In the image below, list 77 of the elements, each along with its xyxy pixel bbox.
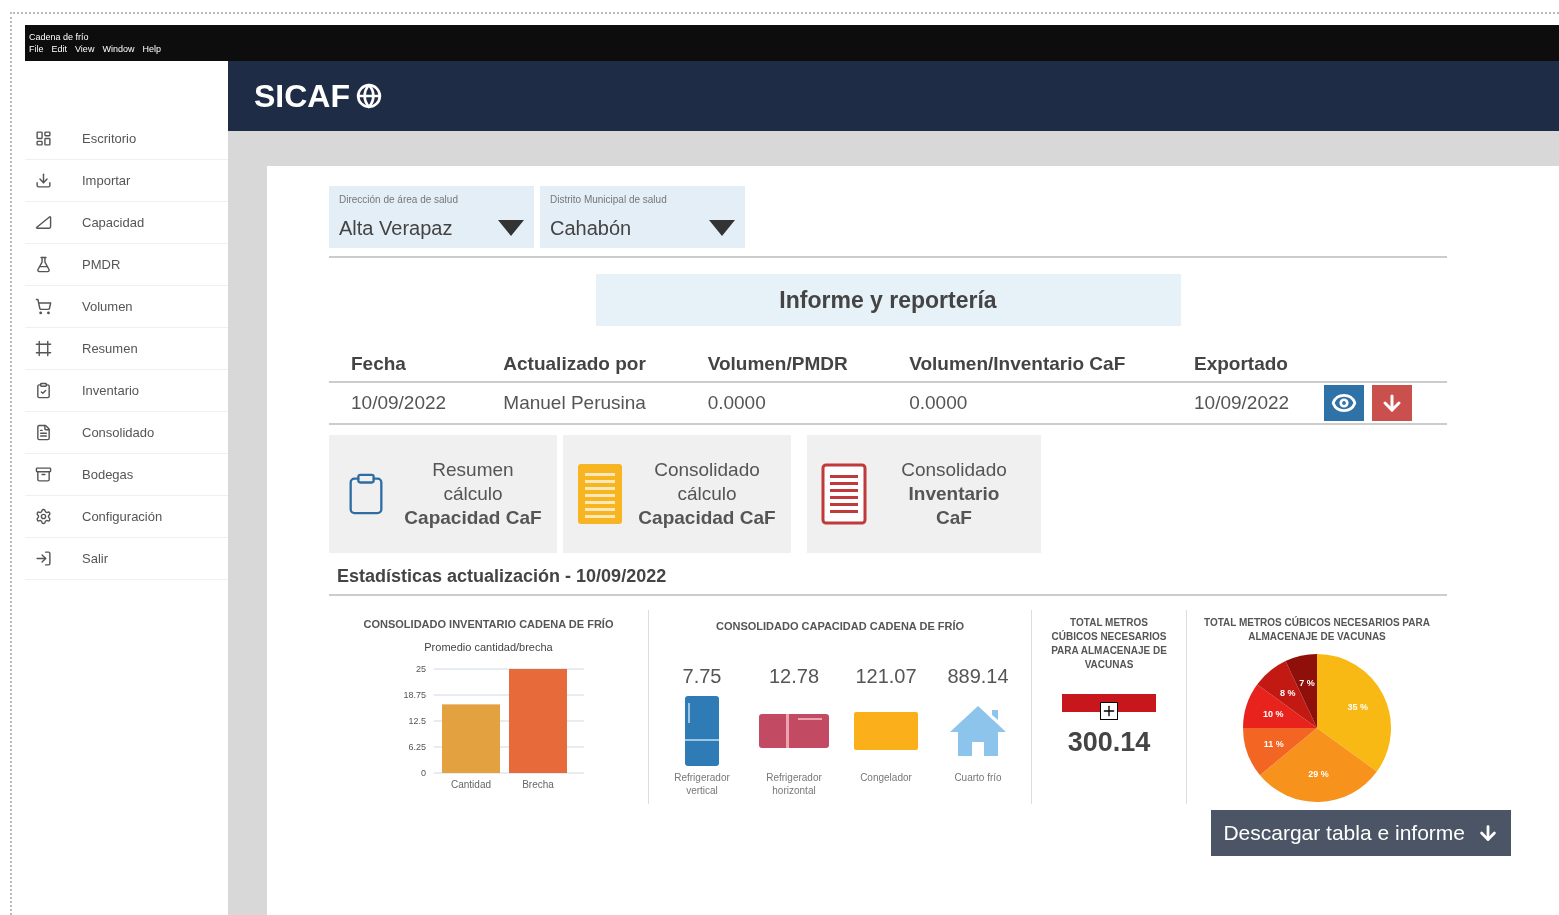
capacity-value: 12.78 — [768, 663, 820, 689]
y-tick-label: 18.75 — [402, 690, 426, 700]
house-icon — [948, 703, 1008, 758]
dashboard-icon — [35, 130, 52, 147]
menu-item[interactable]: View — [75, 43, 95, 55]
dropdown-arrow-icon — [498, 220, 524, 236]
capacity-label: Refrigerador vertical — [673, 770, 731, 797]
dropdown-field[interactable]: Dirección de área de salud Alta Verapaz — [329, 186, 534, 248]
list-document-icon — [577, 463, 623, 525]
clipboard-icon — [35, 382, 52, 399]
window-title: Cadena de frío — [29, 31, 90, 43]
column-header: Fecha — [329, 350, 482, 382]
flask-icon — [35, 256, 52, 273]
capacity-value: 121.07 — [855, 663, 917, 689]
exit-icon — [35, 550, 52, 567]
report-card[interactable]: Resumen cálculo Capacidad CaF — [329, 435, 557, 553]
table-cell: Manuel Perusina — [481, 381, 686, 424]
settings-icon — [35, 508, 52, 525]
data-label: 35 % — [1347, 702, 1369, 713]
view-button[interactable] — [1324, 384, 1365, 421]
plus-icon — [1100, 702, 1118, 720]
vertical-fridge-icon — [684, 694, 720, 767]
data-label: 11 % — [1263, 738, 1284, 749]
bar-chart: 0 6.25 12.5 18.75 25 Cantidad Brecha — [373, 655, 604, 795]
menu-item[interactable]: Window — [102, 43, 135, 55]
y-tick-label: 0 — [420, 768, 426, 778]
freezer-icon — [853, 710, 919, 751]
column-header: Volumen/PMDR — [685, 350, 888, 382]
data-label: 7 % — [1299, 678, 1315, 689]
y-tick-label: 6.25 — [407, 742, 426, 752]
menu-item[interactable]: Help — [142, 43, 161, 55]
capacity-label: Congelador — [859, 770, 913, 784]
section-heading: Informe y reportería — [595, 274, 1181, 326]
table-cell: 10/09/2022 — [1172, 381, 1325, 424]
data-label: 29 % — [1308, 768, 1329, 779]
capacity-value: 889.14 — [947, 663, 1009, 689]
y-tick-label: 25 — [415, 664, 426, 674]
panel-title: TOTAL METROS CÚBICOS NECESARIOS PARA ALMACENAJE DE VACUNAS — [1203, 616, 1431, 644]
column-header: Volumen/Inventario CaF — [887, 350, 1172, 382]
download-button[interactable] — [1372, 384, 1413, 421]
menu-item[interactable]: File — [29, 43, 44, 55]
x-tick-label: Brecha — [521, 779, 554, 790]
panel-title: CONSOLIDADO INVENTARIO CADENA DE FRÍO — [363, 617, 614, 632]
ruler-triangle-icon — [35, 214, 52, 231]
report-card[interactable]: Consolidado cálculo Capacidad CaF — [563, 435, 791, 553]
table-cell: 10/09/2022 — [329, 381, 482, 424]
capacity-value: 7.75 — [682, 663, 722, 689]
capacity-label: Refrigerador horizontal — [765, 770, 823, 797]
column-header: Actualizado por — [481, 350, 686, 382]
data-label: 10 % — [1263, 708, 1284, 719]
total-value: 300.14 — [1067, 726, 1151, 759]
list-document-icon — [821, 463, 867, 525]
archive-icon — [35, 466, 52, 483]
column-header: Exportado — [1172, 350, 1325, 382]
download-report-button[interactable]: Descargar tabla e informe — [1211, 810, 1511, 856]
chest-freezer-icon — [758, 712, 830, 749]
cart-icon — [35, 298, 52, 315]
download-icon — [35, 172, 52, 189]
dropdown-field[interactable]: Distrito Municipal de salud Cahabón — [540, 186, 745, 248]
report-card[interactable]: Consolidado Inventario CaF — [807, 435, 1041, 553]
panel-title: TOTAL METROS CÚBICOS NECESARIOS PARA ALMACENAJE DE VACUNAS — [1050, 616, 1168, 672]
dropdown-arrow-icon — [709, 220, 735, 236]
chart-title: Promedio cantidad/brecha — [424, 639, 553, 655]
globe-icon — [356, 83, 382, 109]
document-icon — [35, 424, 52, 441]
table-cell: 0.0000 — [887, 381, 1172, 424]
y-tick-label: 12.5 — [407, 716, 426, 726]
menu-item[interactable]: Edit — [51, 43, 68, 55]
x-tick-label: Cantidad — [450, 779, 491, 790]
frame-icon — [35, 340, 52, 357]
data-label: 8 % — [1280, 687, 1296, 698]
capacity-label: Cuarto frío — [953, 770, 1003, 784]
bar — [441, 704, 500, 773]
stats-heading: Estadísticas actualización - 10/09/2022 — [337, 565, 668, 588]
table-cell: 0.0000 — [685, 381, 888, 424]
panel-title: CONSOLIDADO CAPACIDAD CADENA DE FRÍO — [715, 619, 965, 634]
app-logo: SICAF — [254, 77, 350, 116]
